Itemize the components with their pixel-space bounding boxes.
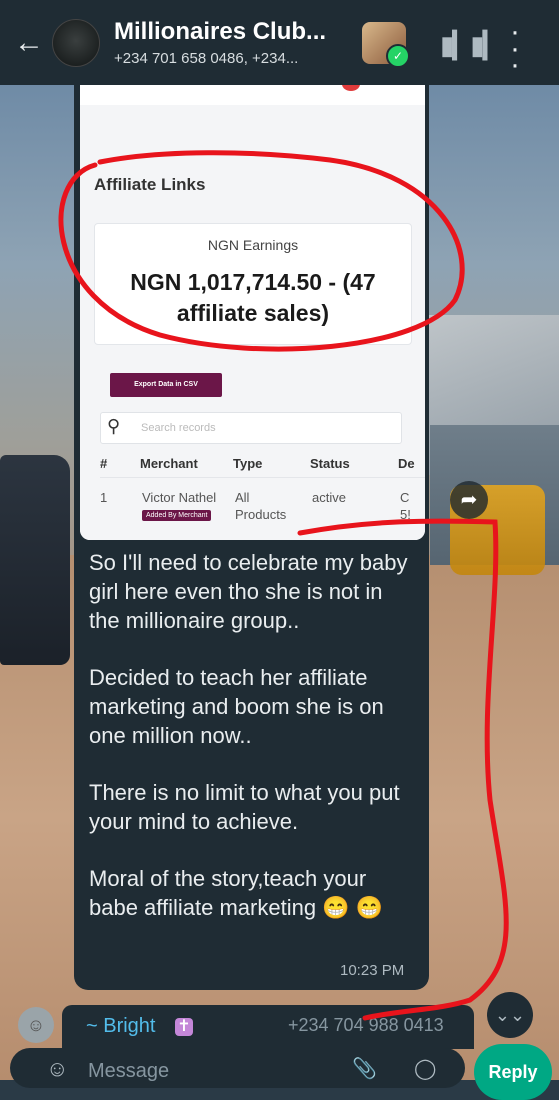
dashboard-page: Affiliate Links NGN Earnings NGN 1,017,7… xyxy=(80,105,425,540)
row-extra-line2: 5! xyxy=(400,507,411,522)
message-paragraph: Moral of the story,teach your babe affil… xyxy=(89,866,384,920)
emoji-icon[interactable]: ☺ xyxy=(46,1056,68,1082)
row-type-line1: All xyxy=(235,490,250,505)
row-extra-line1: C xyxy=(400,490,410,505)
search-icon: ⚲ xyxy=(107,416,121,436)
col-status: Status xyxy=(310,456,350,471)
row-index: 1 xyxy=(100,490,108,505)
row-type-line2: Products xyxy=(235,507,287,522)
next-message-header[interactable]: ~ Bright ✝ +234 704 988 0413 xyxy=(62,1005,474,1049)
search-box: ⚲ Search records xyxy=(100,412,402,444)
export-csv-button: Export Data in CSV xyxy=(110,373,222,397)
search-placeholder: Search records xyxy=(141,422,216,434)
wallpaper-car xyxy=(0,455,70,665)
forward-icon[interactable]: ➦ xyxy=(450,481,488,519)
earnings-card: NGN Earnings NGN 1,017,714.50 - (47 affi… xyxy=(94,223,412,345)
row-merchant-tag: Added By Merchant xyxy=(142,510,212,521)
back-arrow-icon[interactable]: ← xyxy=(14,27,44,58)
sender-phone: +234 704 988 0413 xyxy=(288,1015,444,1035)
col-index: # xyxy=(100,456,108,471)
check-badge-icon: ✓ xyxy=(386,44,410,68)
chat-title-box[interactable]: Millionaires Club... +234 701 658 0486, … xyxy=(114,18,350,67)
sender-avatar[interactable]: ☺ xyxy=(18,1007,54,1043)
scroll-down-icon[interactable]: ⌄⌄ xyxy=(487,992,533,1038)
attach-icon[interactable]: 📎 xyxy=(352,1056,377,1081)
sender-name: ~ Bright xyxy=(86,1015,156,1037)
section-title: Affiliate Links xyxy=(94,175,206,194)
group-title: Millionaires Club... xyxy=(114,18,327,45)
cropped-red-dot xyxy=(342,85,360,91)
table-divider xyxy=(100,477,425,478)
row-merchant: Victor Nathel xyxy=(142,490,217,505)
col-merchant: Merchant xyxy=(140,456,198,471)
earnings-label: NGN Earnings xyxy=(207,237,299,253)
group-avatar[interactable] xyxy=(52,18,100,67)
more-options-icon[interactable]: · · · xyxy=(510,17,520,80)
earnings-value: NGN 1,017,714.50 - (47 affiliate sales) xyxy=(130,269,376,327)
table-header: # Merchant Type Status De xyxy=(100,449,420,477)
col-extra: De xyxy=(398,456,415,471)
status-sticker-icon[interactable]: ✓ xyxy=(362,22,410,68)
message-composer[interactable]: ☺ Message 📎 ◯ xyxy=(10,1048,465,1088)
message-image[interactable]: Affiliate Links NGN Earnings NGN 1,017,7… xyxy=(80,85,425,540)
cross-badge-icon: ✝ xyxy=(175,1018,193,1036)
table-row: 1 Victor Nathel Added By Merchant All Pr… xyxy=(100,483,420,540)
message-paragraph: So I'll need to celebrate my baby girl h… xyxy=(89,550,408,633)
message-time: 10:23 PM xyxy=(340,962,405,979)
message-text: So I'll need to celebrate my baby girl h… xyxy=(89,548,414,950)
audio-wave-icon[interactable]: ▮▎▮▎ xyxy=(440,30,503,61)
row-status: active xyxy=(312,490,346,505)
group-members: +234 701 658 0486, +234... xyxy=(114,50,299,67)
col-type: Type xyxy=(233,456,263,471)
message-paragraph: There is no limit to what you put your m… xyxy=(89,780,400,834)
message-paragraph: Decided to teach her affiliate marketing… xyxy=(89,665,384,748)
reply-button[interactable]: Reply xyxy=(474,1044,552,1100)
camera-icon[interactable]: ◯ xyxy=(414,1056,436,1081)
